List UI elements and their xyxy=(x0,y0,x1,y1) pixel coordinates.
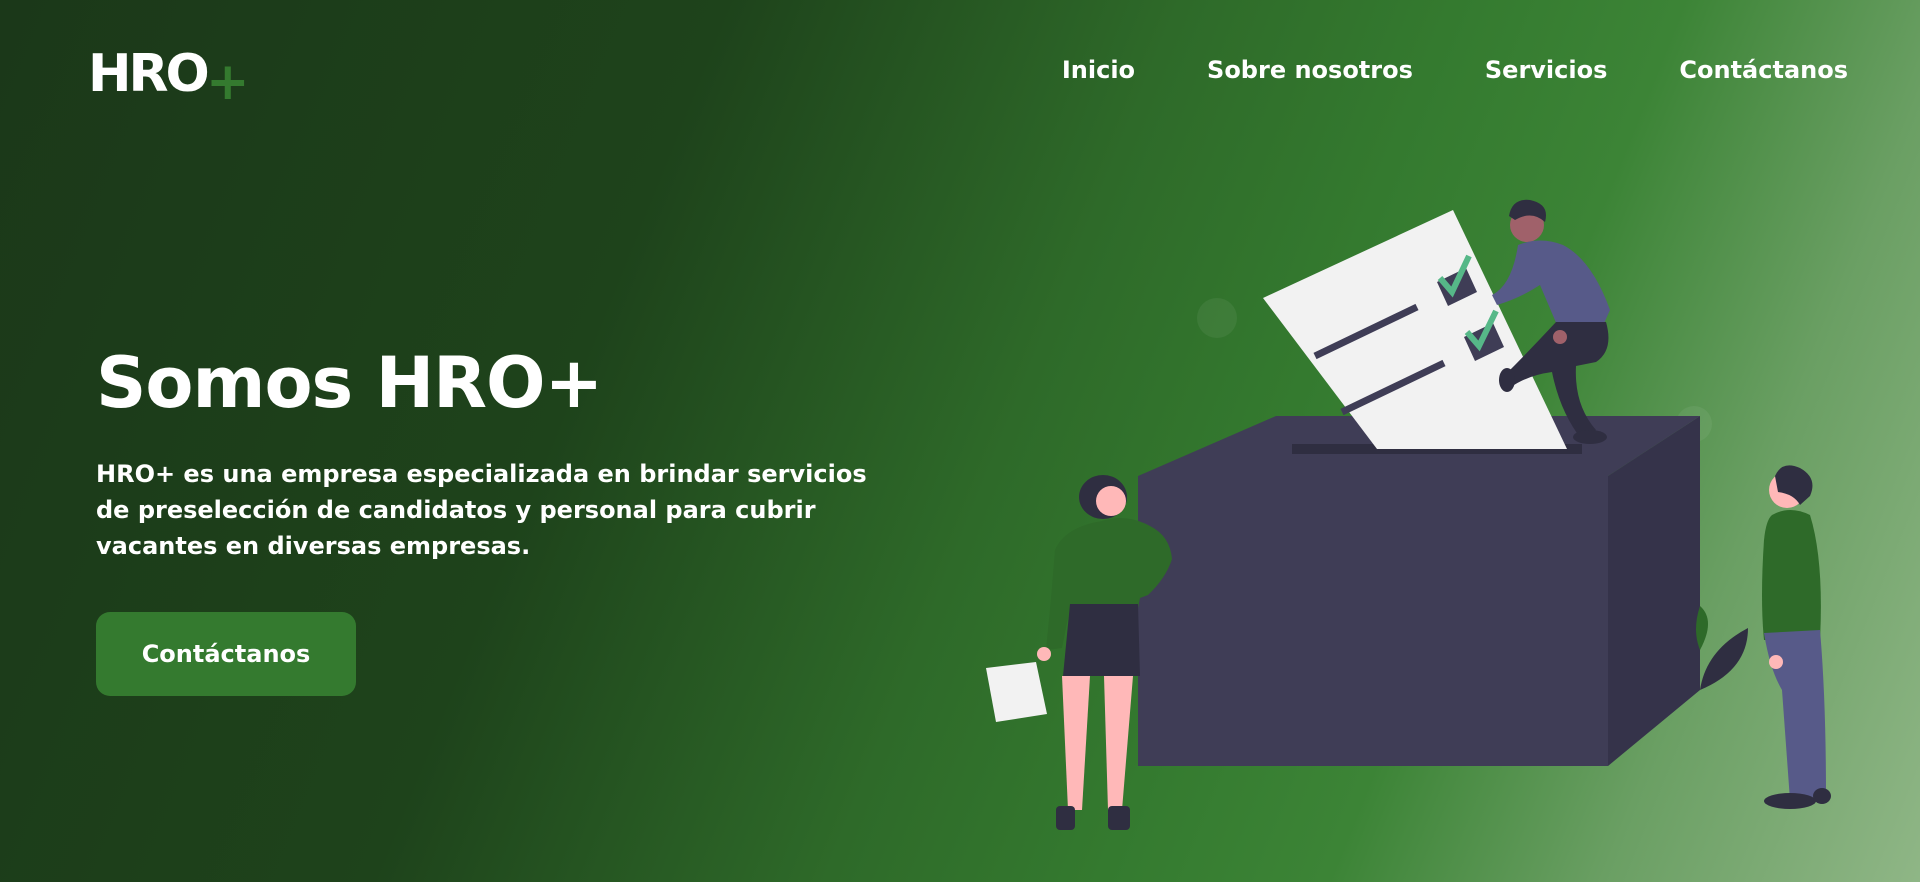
leaf-decoration xyxy=(1696,606,1748,690)
nav-item-servicios[interactable]: Servicios xyxy=(1485,56,1608,84)
decor-circle xyxy=(1197,298,1237,338)
main-nav: Inicio Sobre nosotros Servicios Contácta… xyxy=(1062,56,1848,84)
contact-button[interactable]: Contáctanos xyxy=(96,612,356,696)
logo[interactable]: HRO + xyxy=(88,40,250,110)
nav-item-contactanos[interactable]: Contáctanos xyxy=(1679,56,1848,84)
hero-title: Somos HRO+ xyxy=(96,342,603,424)
logo-plus-icon: + xyxy=(206,52,250,112)
hero-section: HRO + Inicio Sobre nosotros Servicios Co… xyxy=(0,0,1920,882)
nav-item-inicio[interactable]: Inicio xyxy=(1062,56,1135,84)
person-man xyxy=(1762,465,1831,809)
ballot-box xyxy=(1138,416,1700,766)
hero-description: HRO+ es una empresa especializada en bri… xyxy=(96,460,867,560)
logo-text: HRO xyxy=(88,44,210,104)
nav-item-sobre-nosotros[interactable]: Sobre nosotros xyxy=(1207,56,1413,84)
ballot-box-voting-illustration xyxy=(986,199,1831,830)
